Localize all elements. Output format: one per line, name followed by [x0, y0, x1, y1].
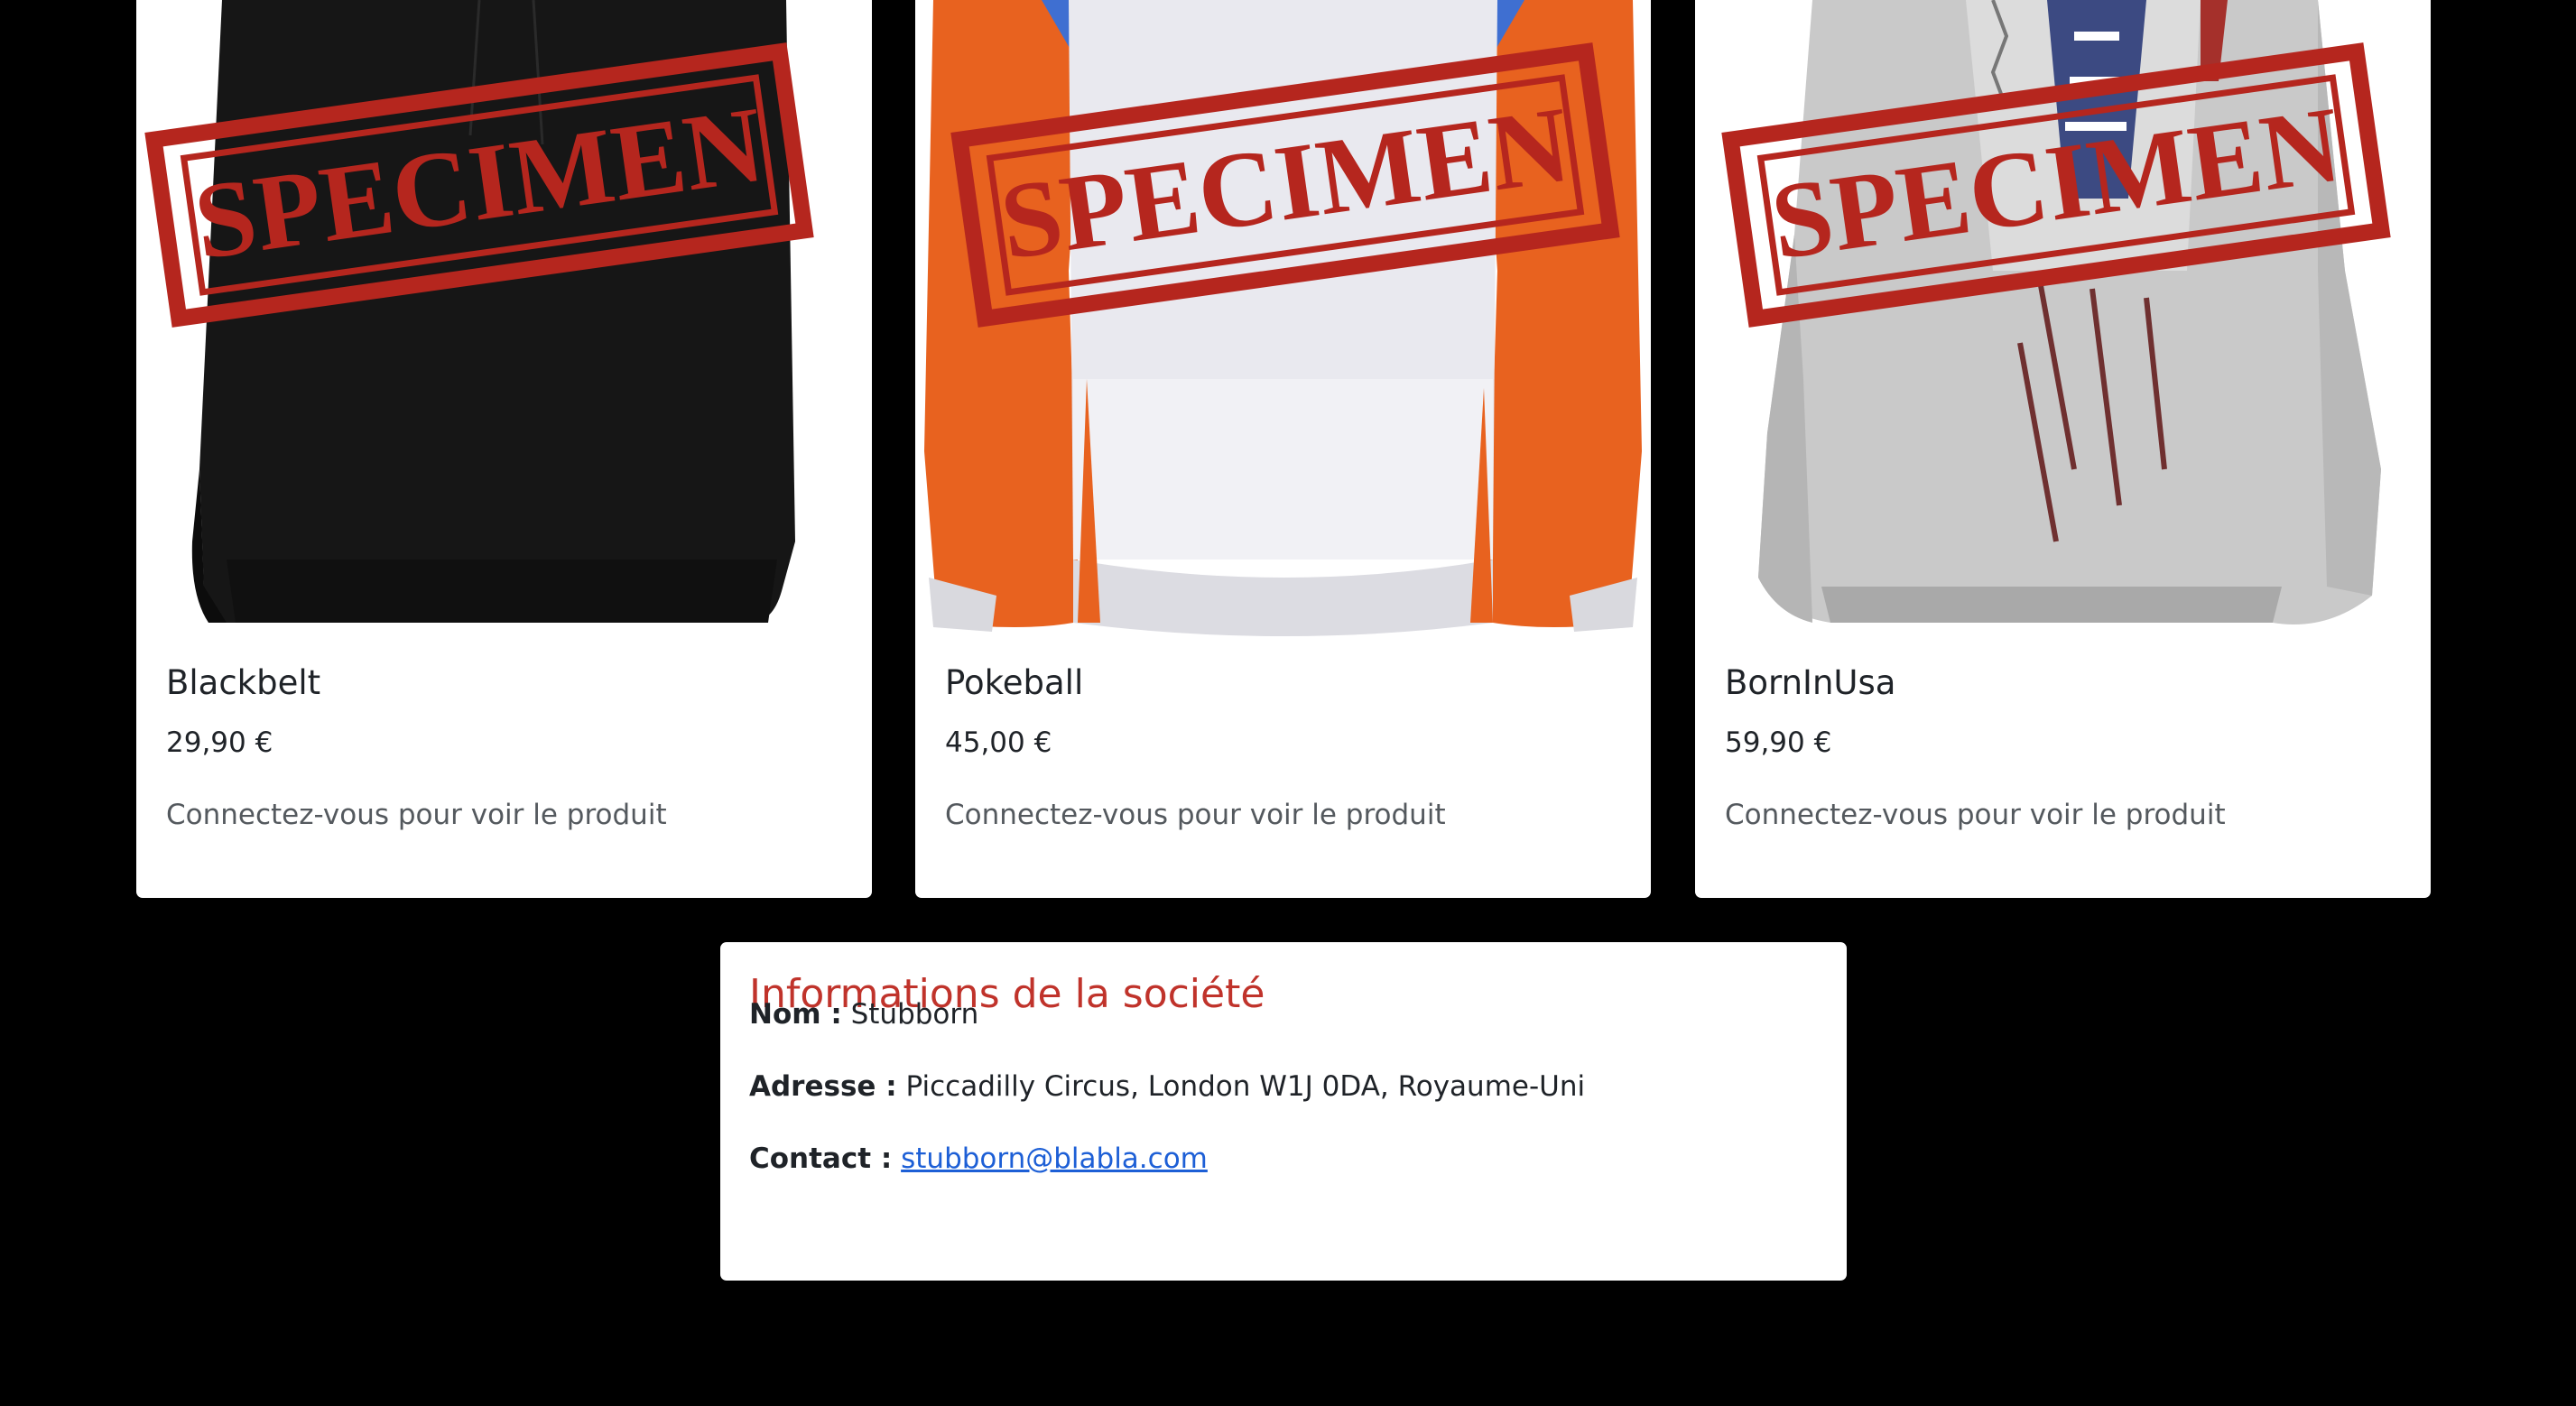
- company-contact-line: Contact : stubborn@blabla.com: [749, 1142, 1208, 1176]
- product-name: Pokeball: [945, 663, 1084, 702]
- company-name-line: Nom : Stubborn: [749, 998, 978, 1031]
- product-image-borninusa: SPECIMEN: [1695, 0, 2431, 641]
- hoodie-grey-flag-image: SPECIMEN: [1721, 0, 2391, 624]
- hoodie-orange-white-image: SPECIMEN: [924, 0, 1642, 636]
- company-contact-email-link[interactable]: stubborn@blabla.com: [901, 1142, 1208, 1175]
- product-price: 29,90 €: [166, 726, 273, 759]
- product-price: 59,90 €: [1725, 726, 1832, 759]
- product-image-pokeball: SPECIMEN: [915, 0, 1651, 641]
- company-name-label: Nom :: [749, 998, 842, 1031]
- product-name: Blackbelt: [166, 663, 321, 702]
- company-info-card: Informations de la société: [720, 942, 1847, 1281]
- product-image-blackbelt: SPECIMEN: [136, 0, 872, 641]
- company-address-value: Piccadilly Circus, London W1J 0DA, Royau…: [905, 1070, 1586, 1103]
- company-contact-label: Contact :: [749, 1142, 893, 1175]
- product-card: SPECIMEN Pokeball 45,00 € Connectez-vous…: [915, 0, 1651, 898]
- login-hint: Connectez-vous pour voir le produit: [166, 799, 667, 831]
- company-address-label: Adresse :: [749, 1070, 897, 1103]
- hoodie-black-image: SPECIMEN: [144, 0, 814, 623]
- product-name: BornInUsa: [1725, 663, 1896, 702]
- login-hint: Connectez-vous pour voir le produit: [945, 799, 1446, 831]
- company-name-value: Stubborn: [850, 998, 979, 1031]
- product-card: SPECIMEN BornInUsa 59,90 € Connectez-vou…: [1695, 0, 2431, 898]
- product-price: 45,00 €: [945, 726, 1052, 759]
- company-address-line: Adresse : Piccadilly Circus, London W1J …: [749, 1070, 1585, 1104]
- login-hint: Connectez-vous pour voir le produit: [1725, 799, 2226, 831]
- product-card: SPECIMEN Blackbelt 29,90 € Connectez-vou…: [136, 0, 872, 898]
